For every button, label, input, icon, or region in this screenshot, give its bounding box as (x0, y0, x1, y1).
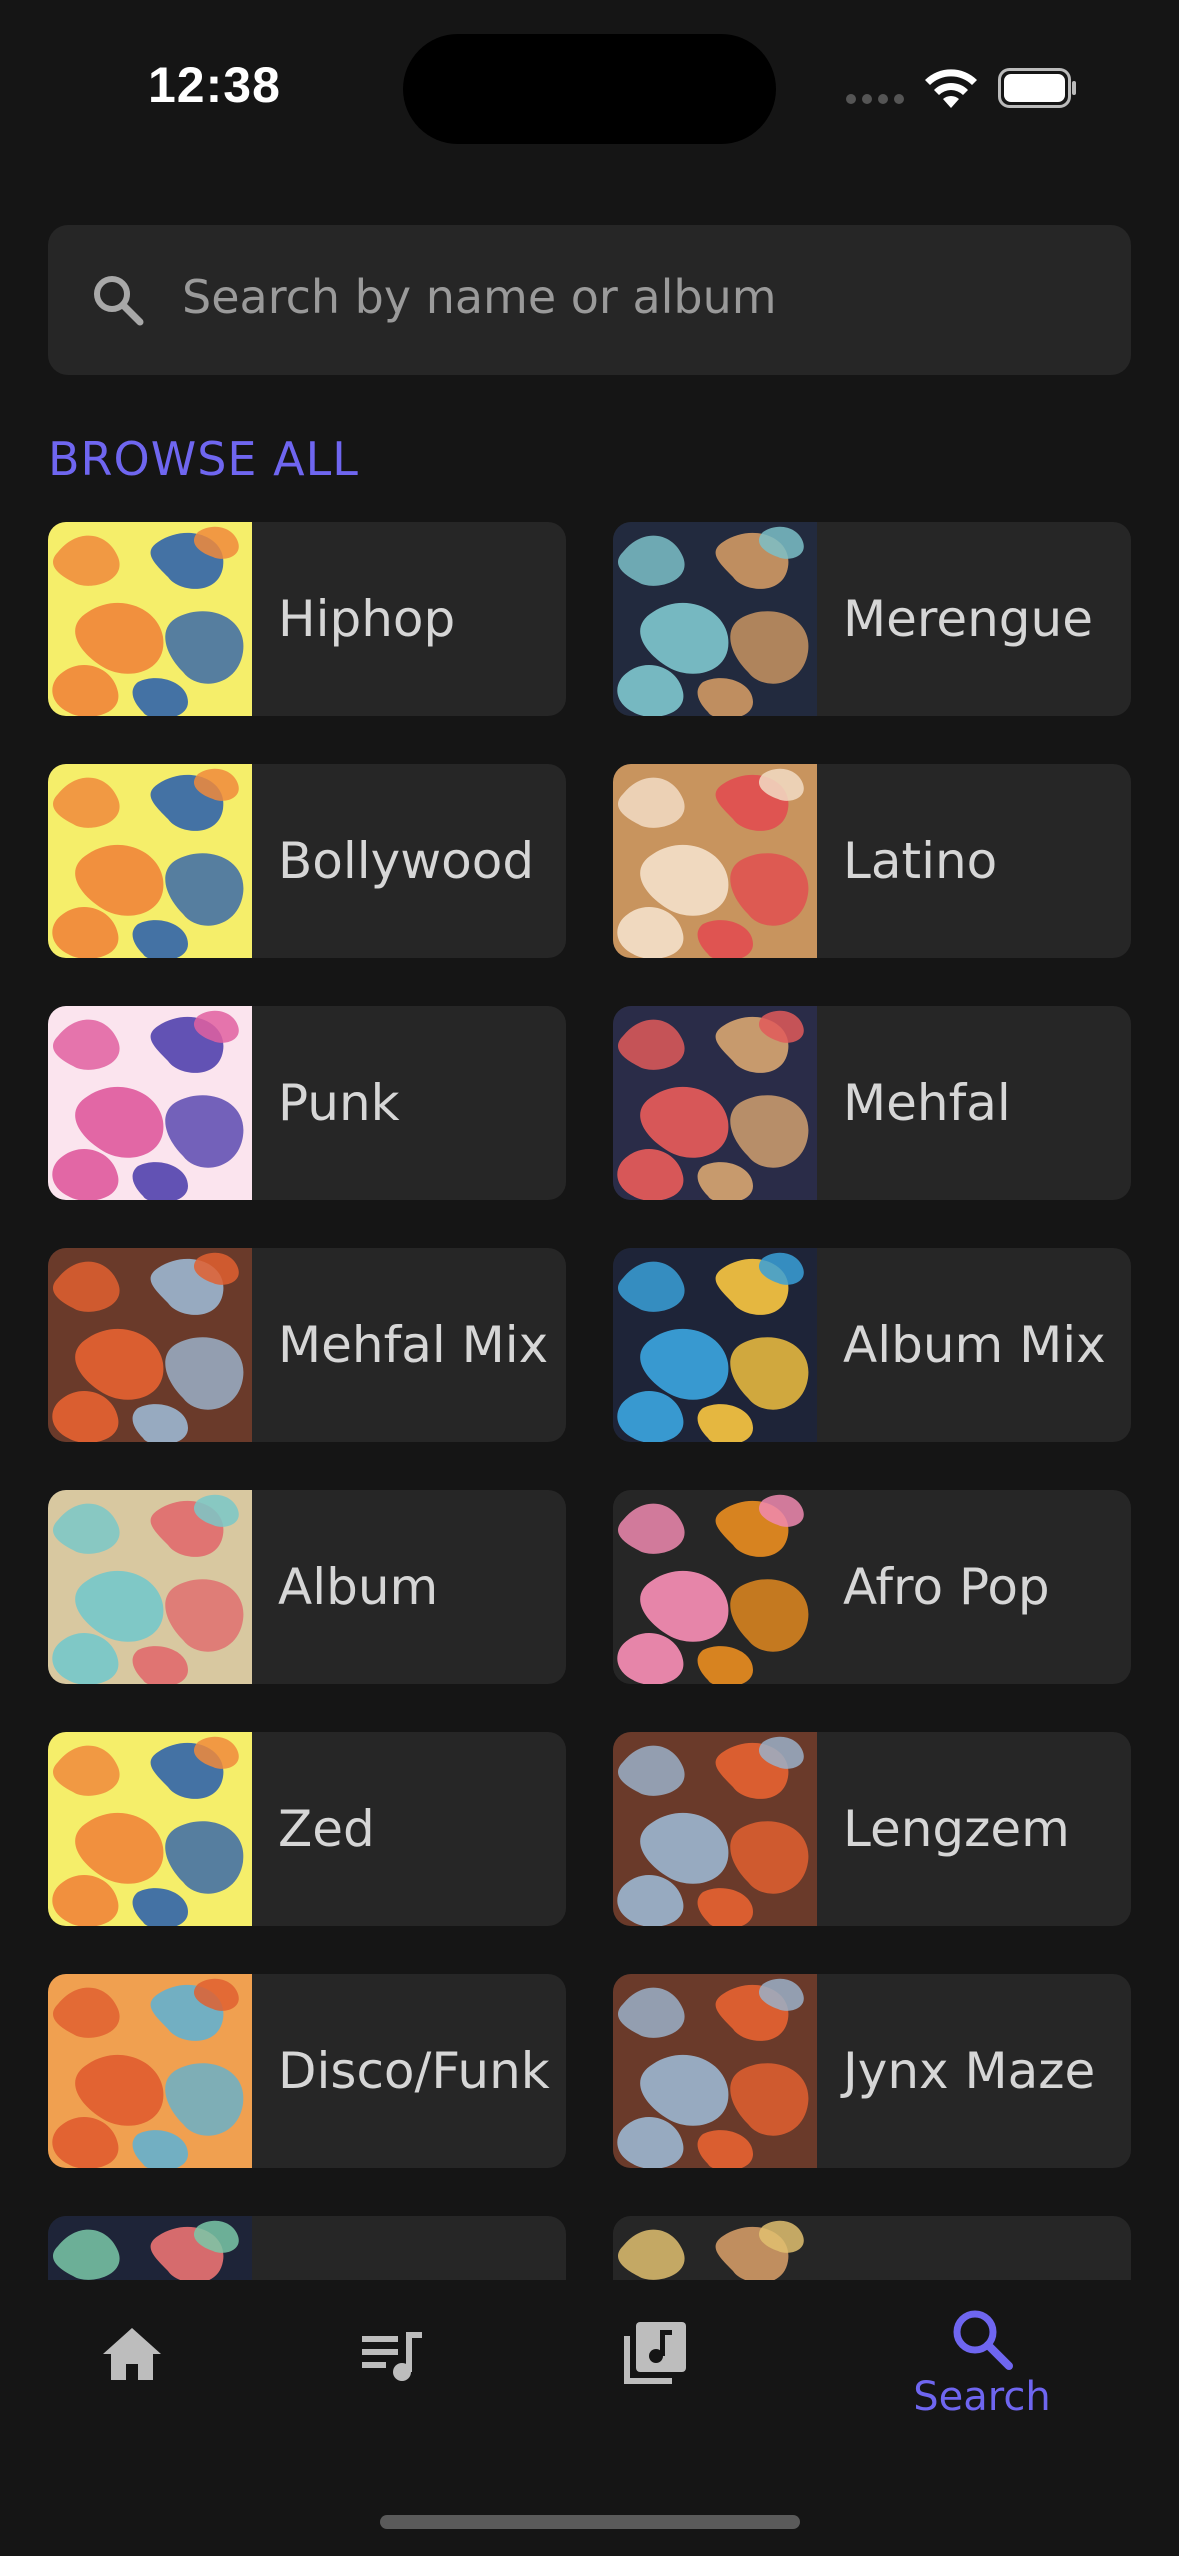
content-area: 12:38 Search by name or album BROWSE ALL… (0, 0, 1179, 2280)
home-indicator (380, 2515, 800, 2529)
genre-label: Punk (278, 1074, 400, 1132)
tab-search-label[interactable]: Search (912, 2374, 1052, 2420)
genre-tile[interactable]: Lengzem (613, 1732, 1131, 1926)
genre-artwork (48, 764, 252, 958)
genre-tile[interactable]: Merengue (613, 522, 1131, 716)
genre-artwork (613, 1490, 817, 1684)
genre-label: Bollywood (278, 832, 535, 890)
genre-artwork (48, 1006, 252, 1200)
genre-artwork (613, 2216, 817, 2280)
genre-tile[interactable]: Mehfal Mix (48, 1248, 566, 1442)
genre-artwork (613, 522, 817, 716)
genre-label: Zed (278, 1800, 375, 1858)
genre-tile[interactable]: Punk (48, 1006, 566, 1200)
genre-label: Mehfal (843, 1074, 1011, 1132)
genre-artwork (48, 522, 252, 716)
browse-all-heading: BROWSE ALL (48, 432, 359, 486)
queue-music-icon[interactable] (358, 2322, 428, 2392)
genre-label: Album Mix (843, 1316, 1106, 1374)
genre-tile[interactable]: Hiphop (48, 522, 566, 716)
library-music-icon[interactable] (620, 2318, 690, 2388)
genre-artwork (48, 1248, 252, 1442)
search-tab-icon[interactable] (947, 2304, 1017, 2374)
search-icon (94, 276, 144, 326)
genre-label: Lengzem (843, 1800, 1070, 1858)
home-icon[interactable] (97, 2320, 167, 2390)
status-time: 12:38 (148, 57, 281, 113)
genre-tile[interactable]: Bollywood (48, 764, 566, 958)
genre-tile[interactable]: Album (48, 1490, 566, 1684)
genre-artwork (48, 1490, 252, 1684)
genre-artwork (613, 1006, 817, 1200)
genre-label: Latino (843, 832, 998, 890)
genre-tile[interactable]: Album Mix (613, 1248, 1131, 1442)
dynamic-island (403, 34, 776, 144)
genre-tile[interactable]: Mehfal (613, 1006, 1131, 1200)
genre-tile[interactable]: Latino (613, 764, 1131, 958)
cellular-signal-icon (846, 94, 904, 104)
genre-tile[interactable]: Jynx Maze (613, 1974, 1131, 2168)
genre-label: Album (278, 1558, 439, 1616)
genre-artwork (48, 2216, 252, 2280)
genre-label: Jynx Maze (843, 2042, 1096, 2100)
battery-icon (998, 68, 1076, 108)
genre-label: Mehfal Mix (278, 1316, 549, 1374)
genre-tile[interactable]: Zed (48, 1732, 566, 1926)
genre-label: Merengue (843, 590, 1093, 648)
genre-tile[interactable] (613, 2216, 1131, 2280)
genre-artwork (48, 1974, 252, 2168)
wifi-icon (925, 69, 977, 108)
genre-tile[interactable] (48, 2216, 566, 2280)
search-placeholder: Search by name or album (182, 270, 777, 324)
genre-label: Afro Pop (843, 1558, 1050, 1616)
genre-label: Disco/Funk (278, 2042, 550, 2100)
genre-artwork (613, 1974, 817, 2168)
genre-tile[interactable]: Afro Pop (613, 1490, 1131, 1684)
screen: 12:38 Search by name or album BROWSE ALL… (0, 0, 1179, 2556)
genre-artwork (613, 1732, 817, 1926)
genre-label: Hiphop (278, 590, 456, 648)
genre-artwork (48, 1732, 252, 1926)
genre-artwork (613, 764, 817, 958)
genre-artwork (613, 1248, 817, 1442)
genre-tile[interactable]: Disco/Funk (48, 1974, 566, 2168)
